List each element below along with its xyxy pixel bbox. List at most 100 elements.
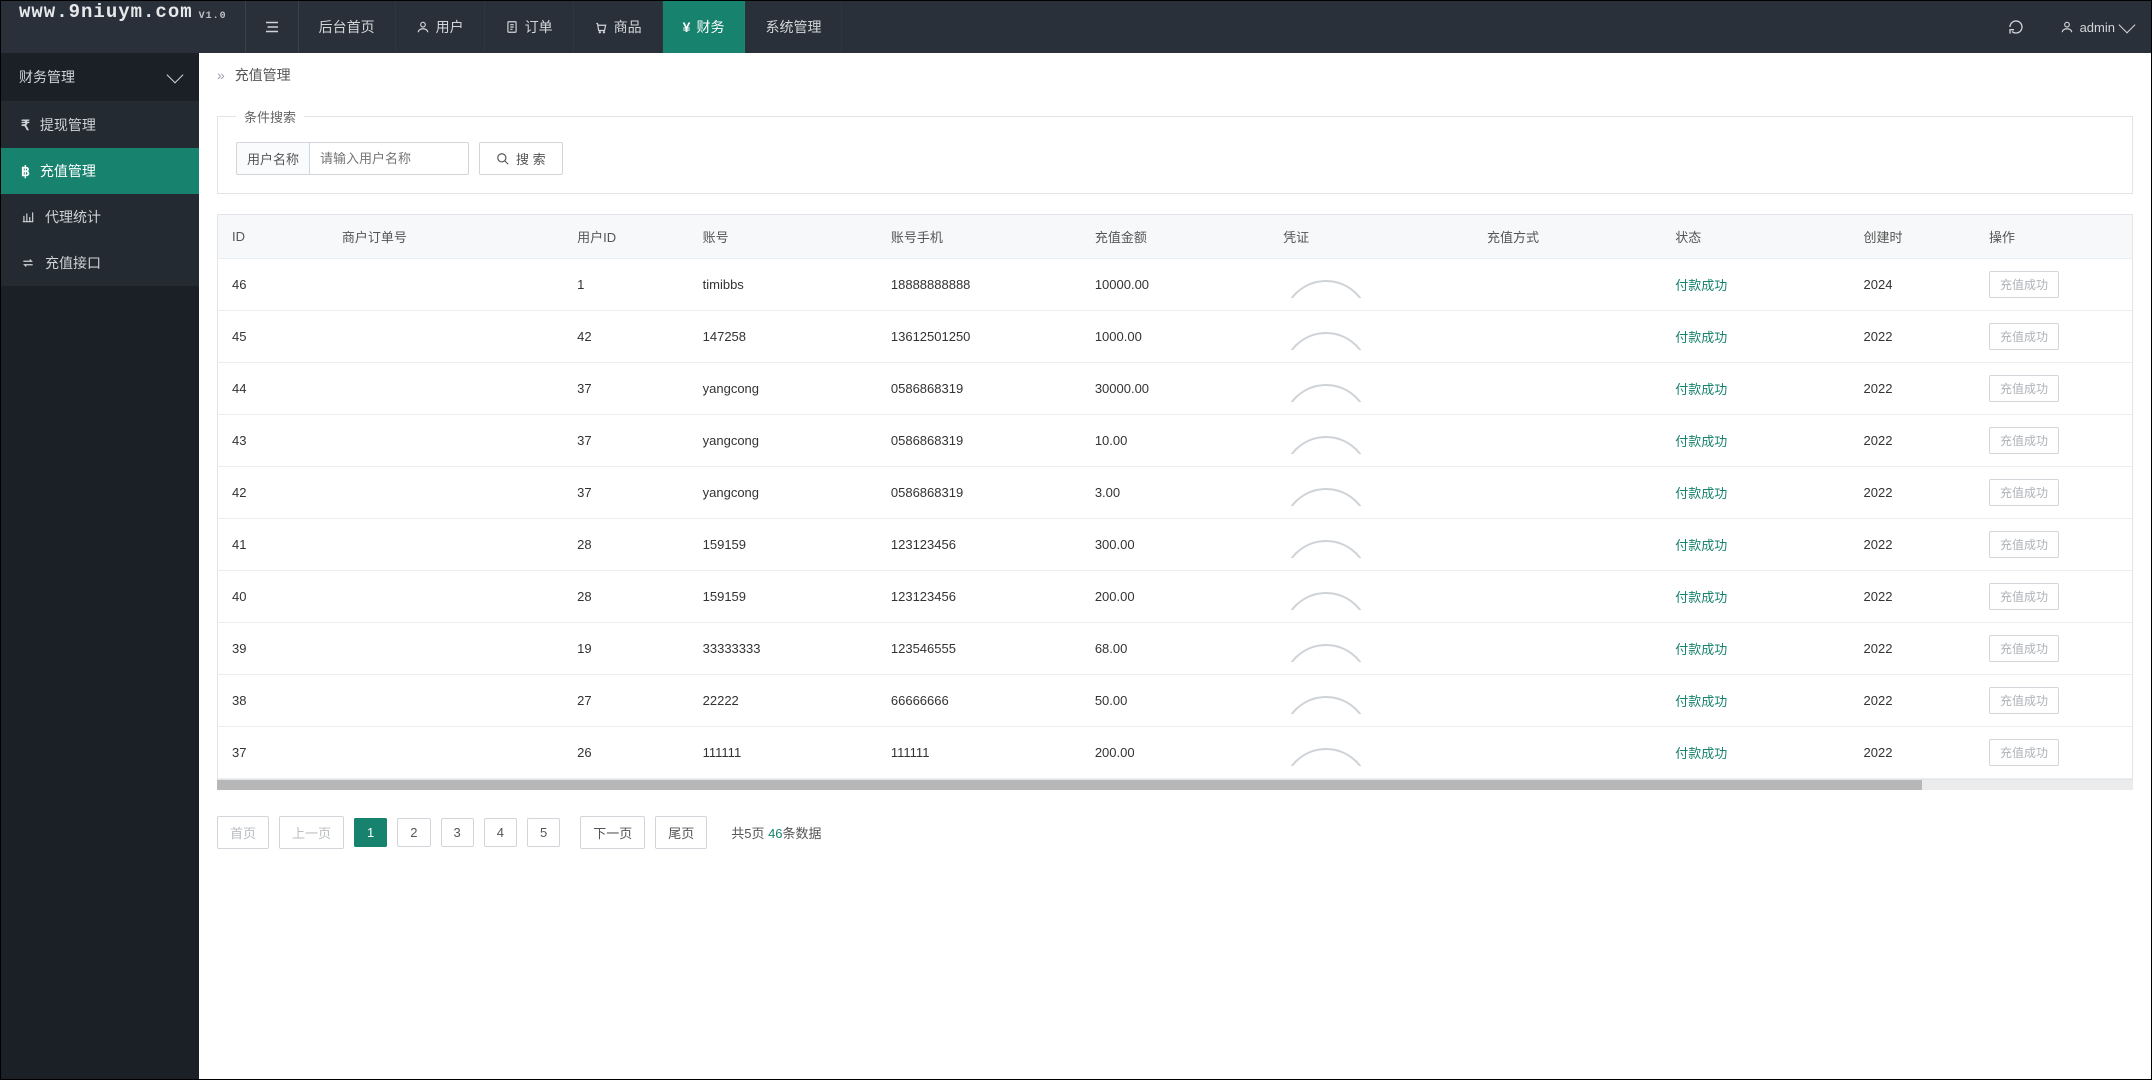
page-prev[interactable]: 上一页	[279, 816, 344, 849]
cell-created: 2022	[1850, 363, 1976, 415]
cell-proof[interactable]	[1269, 415, 1473, 467]
page-4[interactable]: 4	[484, 818, 517, 847]
username-input[interactable]	[309, 142, 469, 175]
cell-proof[interactable]	[1269, 363, 1473, 415]
table-container[interactable]: ID 商户订单号 用户ID 账号 账号手机 充值金额 凭证 充值方式 状态 创建…	[217, 214, 2133, 780]
sidebar-item-label: 提现管理	[40, 115, 96, 135]
proof-thumbnail[interactable]	[1283, 324, 1369, 350]
sidebar-item-recharge[interactable]: ฿充值管理	[1, 148, 199, 194]
sidebar-toggle[interactable]	[245, 1, 299, 53]
page-title: 充值管理	[235, 67, 291, 83]
op-recharge-success[interactable]: 充值成功	[1989, 271, 2059, 298]
cell-proof[interactable]	[1269, 675, 1473, 727]
proof-thumbnail[interactable]	[1283, 584, 1369, 610]
page-last[interactable]: 尾页	[655, 816, 707, 849]
cell-status: 付款成功	[1661, 363, 1849, 415]
person-icon	[2060, 20, 2074, 34]
cell-phone: 0586868319	[877, 415, 1081, 467]
cell-method	[1473, 311, 1661, 363]
cell-created: 2022	[1850, 311, 1976, 363]
op-recharge-success[interactable]: 充值成功	[1989, 739, 2059, 766]
op-recharge-success[interactable]: 充值成功	[1989, 531, 2059, 558]
op-recharge-success[interactable]: 充值成功	[1989, 323, 2059, 350]
cell-amount: 50.00	[1081, 675, 1269, 727]
cell-created: 2022	[1850, 623, 1976, 675]
cell-account: timibbs	[689, 259, 877, 311]
cell-proof[interactable]	[1269, 467, 1473, 519]
cell-user-id: 37	[563, 467, 689, 519]
page-5[interactable]: 5	[527, 818, 560, 847]
search-button[interactable]: 搜 索	[479, 142, 563, 175]
proof-thumbnail[interactable]	[1283, 532, 1369, 558]
chevron-down-icon	[169, 73, 181, 81]
proof-thumbnail[interactable]	[1283, 480, 1369, 506]
cell-op: 充值成功	[1975, 571, 2132, 623]
scrollbar-thumb[interactable]	[217, 780, 1922, 790]
brand-url: www.9niuym.com	[19, 1, 193, 23]
op-recharge-success[interactable]: 充值成功	[1989, 687, 2059, 714]
page-first[interactable]: 首页	[217, 816, 269, 849]
sidebar-item-agent[interactable]: 代理统计	[1, 194, 199, 240]
proof-thumbnail[interactable]	[1283, 740, 1369, 766]
page-1[interactable]: 1	[354, 818, 387, 847]
op-recharge-success[interactable]: 充值成功	[1989, 427, 2059, 454]
proof-thumbnail[interactable]	[1283, 636, 1369, 662]
breadcrumb-sep: »	[217, 67, 225, 83]
table-row: 4028159159123123456200.00付款成功2022充值成功	[218, 571, 2132, 623]
op-recharge-success[interactable]: 充值成功	[1989, 635, 2059, 662]
cell-merchant	[328, 311, 563, 363]
user-menu[interactable]: admin	[2042, 1, 2151, 53]
cell-proof[interactable]	[1269, 571, 1473, 623]
status-badge: 付款成功	[1675, 278, 1727, 293]
cell-account: 111111	[689, 727, 877, 779]
cell-proof[interactable]	[1269, 311, 1473, 363]
nav-label: 后台首页	[319, 17, 375, 37]
cell-proof[interactable]	[1269, 519, 1473, 571]
cell-created: 2022	[1850, 675, 1976, 727]
cell-proof[interactable]	[1269, 259, 1473, 311]
cell-account: 33333333	[689, 623, 877, 675]
sidebar-item-gateway[interactable]: 充值接口	[1, 240, 199, 286]
search-panel: 条件搜索 用户名称 搜 索	[217, 107, 2133, 194]
cell-created: 2022	[1850, 467, 1976, 519]
cell-amount: 300.00	[1081, 519, 1269, 571]
nav-system[interactable]: 系统管理	[745, 1, 842, 53]
cell-proof[interactable]	[1269, 623, 1473, 675]
menu-icon	[263, 18, 281, 36]
top-nav: 后台首页 用户订单商品¥财务系统管理	[299, 1, 843, 53]
cell-id: 43	[218, 415, 328, 467]
nav-home[interactable]: 后台首页	[299, 1, 396, 53]
sidebar-group-finance[interactable]: 财务管理	[1, 53, 199, 102]
page-3[interactable]: 3	[441, 818, 474, 847]
proof-thumbnail[interactable]	[1283, 376, 1369, 402]
op-recharge-success[interactable]: 充值成功	[1989, 583, 2059, 610]
nav-product[interactable]: 商品	[574, 1, 663, 53]
proof-thumbnail[interactable]	[1283, 272, 1369, 298]
proof-thumbnail[interactable]	[1283, 428, 1369, 454]
nav-order[interactable]: 订单	[485, 1, 574, 53]
table-row: 4542147258136125012501000.00付款成功2022充值成功	[218, 311, 2132, 363]
th-proof: 凭证	[1269, 215, 1473, 259]
proof-thumbnail[interactable]	[1283, 688, 1369, 714]
cell-op: 充值成功	[1975, 363, 2132, 415]
th-user-id: 用户ID	[563, 215, 689, 259]
cell-phone: 66666666	[877, 675, 1081, 727]
cell-status: 付款成功	[1661, 311, 1849, 363]
nav-finance[interactable]: ¥财务	[663, 1, 746, 53]
nav-user[interactable]: 用户	[396, 1, 485, 53]
cell-created: 2022	[1850, 727, 1976, 779]
cell-proof[interactable]	[1269, 727, 1473, 779]
status-badge: 付款成功	[1675, 434, 1727, 449]
page-next[interactable]: 下一页	[580, 816, 645, 849]
refresh-button[interactable]	[1990, 1, 2042, 53]
sidebar-item-withdraw[interactable]: ₹提现管理	[1, 102, 199, 148]
horizontal-scrollbar[interactable]	[217, 780, 2133, 790]
cell-created: 2022	[1850, 415, 1976, 467]
username-input-group: 用户名称	[236, 142, 469, 175]
op-recharge-success[interactable]: 充值成功	[1989, 479, 2059, 506]
page-2[interactable]: 2	[397, 818, 430, 847]
op-recharge-success[interactable]: 充值成功	[1989, 375, 2059, 402]
cell-id: 46	[218, 259, 328, 311]
cell-method	[1473, 415, 1661, 467]
cell-merchant	[328, 259, 563, 311]
